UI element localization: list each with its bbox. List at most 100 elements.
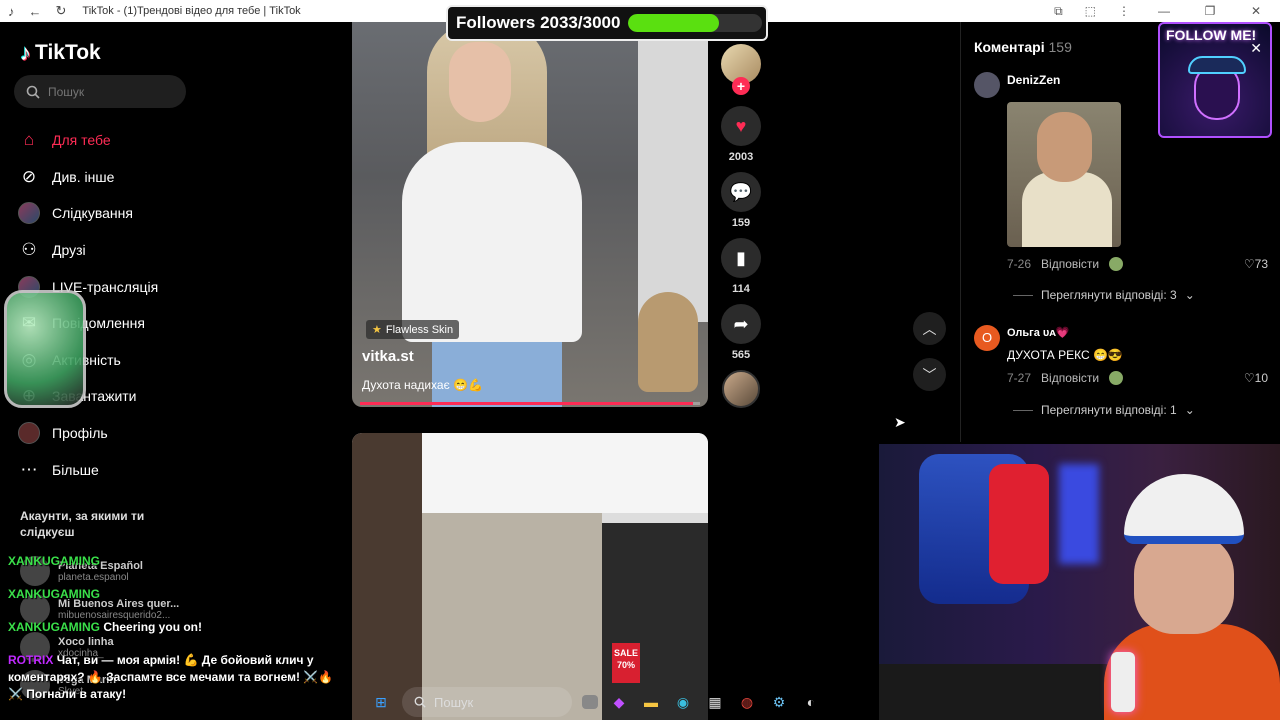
extensions-icon[interactable]: ⬚	[1085, 4, 1096, 19]
menu-icon[interactable]: ⋮	[1118, 4, 1130, 19]
scroll-down-button[interactable]: ﹀	[913, 358, 946, 391]
chat-line: ROTRIX Чат, ви — моя армія! 💪 Де бойовий…	[8, 652, 348, 703]
comments-count: 159	[1048, 39, 1072, 55]
save-count: 114	[732, 283, 750, 295]
comments-title: Коментарі 159	[974, 39, 1072, 55]
minimize-icon[interactable]: —	[1152, 4, 1176, 19]
video-cat	[638, 292, 698, 392]
following-heading: Акаунти, за якими ти слідкуєш	[20, 509, 145, 539]
translate-icon[interactable]: ⧉	[1054, 4, 1063, 19]
comment-like[interactable]: ♡10	[1244, 371, 1268, 385]
tab-title: TikTok - (1)Трендові відео для тебе | Ti…	[82, 5, 301, 17]
browser-controls: ⧉ ⬚ ⋮ — ❐ ✕	[1054, 4, 1280, 19]
taskbar-search-label: Пошук	[434, 694, 474, 710]
chat-user: XANKUGAMING	[8, 620, 100, 634]
avatar[interactable]: О	[974, 325, 1000, 351]
store-icon[interactable]: ▦	[704, 691, 726, 713]
sidebar-item-explore[interactable]: ⊘ Див. інше	[18, 159, 158, 196]
tiktok-logo[interactable]: ♪ TikTok	[20, 40, 101, 66]
file-explorer-icon[interactable]: ▬	[640, 691, 662, 713]
windows-start-icon[interactable]: ⊞	[370, 691, 392, 713]
home-icon: ⌂	[23, 130, 35, 150]
obs-icon[interactable]: ◐	[800, 691, 822, 713]
video-subject-jeans	[432, 342, 562, 407]
comment-text: ДУХОТА РЕКС 😁😎	[1007, 348, 1123, 362]
heart-outline-icon: ♡	[1243, 257, 1255, 271]
save-button[interactable]: ▮	[721, 238, 761, 278]
taskbar-search[interactable]: Пошук	[402, 687, 572, 717]
search-input[interactable]	[48, 84, 168, 99]
steam-icon[interactable]: ⚙	[768, 691, 790, 713]
chat-text: Чат, ви — моя армія! 💪 Де бойовий клич у…	[8, 653, 334, 701]
webcam-feed	[879, 444, 1280, 720]
reply-button[interactable]: Відповісти	[1041, 371, 1099, 385]
task-view-icon[interactable]	[582, 695, 598, 709]
sidebar-item-following[interactable]: Слідкування	[18, 195, 158, 232]
emoji-react-icon[interactable]	[1109, 257, 1124, 271]
avatar[interactable]	[974, 72, 1000, 98]
emoji-react-icon[interactable]	[1109, 371, 1124, 385]
reply-button[interactable]: Відповісти	[1041, 257, 1099, 271]
comment-image-body	[1022, 172, 1112, 247]
video2-sale-sign: SALE 70%	[612, 643, 640, 683]
like-button[interactable]: ♥	[721, 106, 761, 146]
effect-tag-label: Flawless Skin	[385, 323, 454, 336]
mouse-cursor-icon: ➤	[894, 414, 906, 430]
comment-image[interactable]	[1007, 102, 1121, 247]
comment-button[interactable]: 💬	[721, 172, 761, 212]
video-player-next[interactable]: SALE 70%	[352, 433, 708, 720]
video-player-current[interactable]: ★ Flawless Skin vitka.st Духота надихає …	[352, 22, 708, 407]
follow-me-overlay: FOLLOW ME! ✕	[1158, 22, 1272, 138]
browser-nav: ♪ ← ↻	[0, 3, 66, 19]
view-replies-button[interactable]: Переглянути відповіді: 1 ⌄	[1013, 403, 1195, 417]
close-icon[interactable]: ✕	[1244, 4, 1268, 19]
sidebar-item-label: Див. інше	[52, 168, 115, 185]
stream-overlay-jar	[4, 290, 86, 408]
sidebar-item-profile[interactable]: Профіль	[18, 415, 158, 452]
creator-avatar[interactable]: +	[721, 44, 761, 95]
comment-like[interactable]: ♡73	[1244, 257, 1268, 271]
microphone	[1111, 652, 1135, 712]
comment-meta: 7-27 Відповісти	[1007, 371, 1124, 385]
restore-icon[interactable]: ❐	[1198, 4, 1222, 19]
search-icon	[26, 85, 40, 99]
comment-image-face	[1037, 112, 1092, 182]
like-count: 2003	[728, 151, 754, 163]
sidebar-item-label: Більше	[52, 461, 99, 478]
search-box[interactable]	[14, 75, 186, 108]
chat-line: XANKUGAMING Cheering you on!	[8, 619, 348, 636]
comment-meta: 7-26 Відповісти	[1007, 257, 1124, 271]
windows-taskbar: ⊞ Пошук ◆ ▬ ◉ ▦ ◍ ⚙ ◐	[360, 684, 880, 720]
chevron-down-icon: ﹀	[922, 366, 937, 383]
sidebar-item-friends[interactable]: ⚇ Друзі	[18, 232, 158, 269]
music-disc-avatar[interactable]	[722, 370, 760, 408]
close-icon: ✕	[1250, 40, 1262, 56]
webcam-desk	[879, 664, 1109, 720]
share-button[interactable]: ➦	[721, 304, 761, 344]
effect-tag[interactable]: ★ Flawless Skin	[366, 320, 460, 339]
back-icon[interactable]: ←	[29, 4, 42, 19]
reload-icon[interactable]: ↻	[56, 3, 67, 19]
scroll-up-button[interactable]: ︿	[913, 312, 946, 345]
video-username[interactable]: vitka.st	[362, 348, 414, 365]
video-progress-bar[interactable]	[360, 402, 700, 405]
chat-user: XANKUGAMING	[8, 554, 100, 568]
sidebar-item-more[interactable]: ⋯ Більше	[18, 451, 158, 488]
follow-me-cap	[1188, 56, 1246, 74]
video-subject-shirt	[402, 142, 582, 342]
video-progress-fill	[360, 402, 694, 405]
copilot-icon[interactable]: ◆	[608, 691, 630, 713]
stream-chat-overlay: XANKUGAMING XANKUGAMING XANKUGAMING Chee…	[8, 553, 348, 703]
chat-line: XANKUGAMING	[8, 553, 348, 570]
chrome-icon[interactable]: ◍	[736, 691, 758, 713]
sidebar-item-for-you[interactable]: ⌂ Для тебе	[18, 122, 158, 159]
edge-icon[interactable]: ◉	[672, 691, 694, 713]
comment-date: 7-26	[1007, 257, 1032, 271]
comment-date: 7-27	[1007, 371, 1032, 385]
video-actions: + ♥ 2003 💬 159 ▮ 114 ➦ 565	[720, 44, 762, 408]
comment-author[interactable]: Ольга ᴜᴀ💗	[1007, 326, 1070, 339]
follow-plus-icon[interactable]: +	[732, 77, 750, 95]
comment-author[interactable]: DenizZen	[1007, 73, 1060, 87]
chevron-down-icon: ⌄	[1184, 403, 1195, 417]
view-replies-button[interactable]: Переглянути відповіді: 3 ⌄	[1013, 288, 1195, 302]
